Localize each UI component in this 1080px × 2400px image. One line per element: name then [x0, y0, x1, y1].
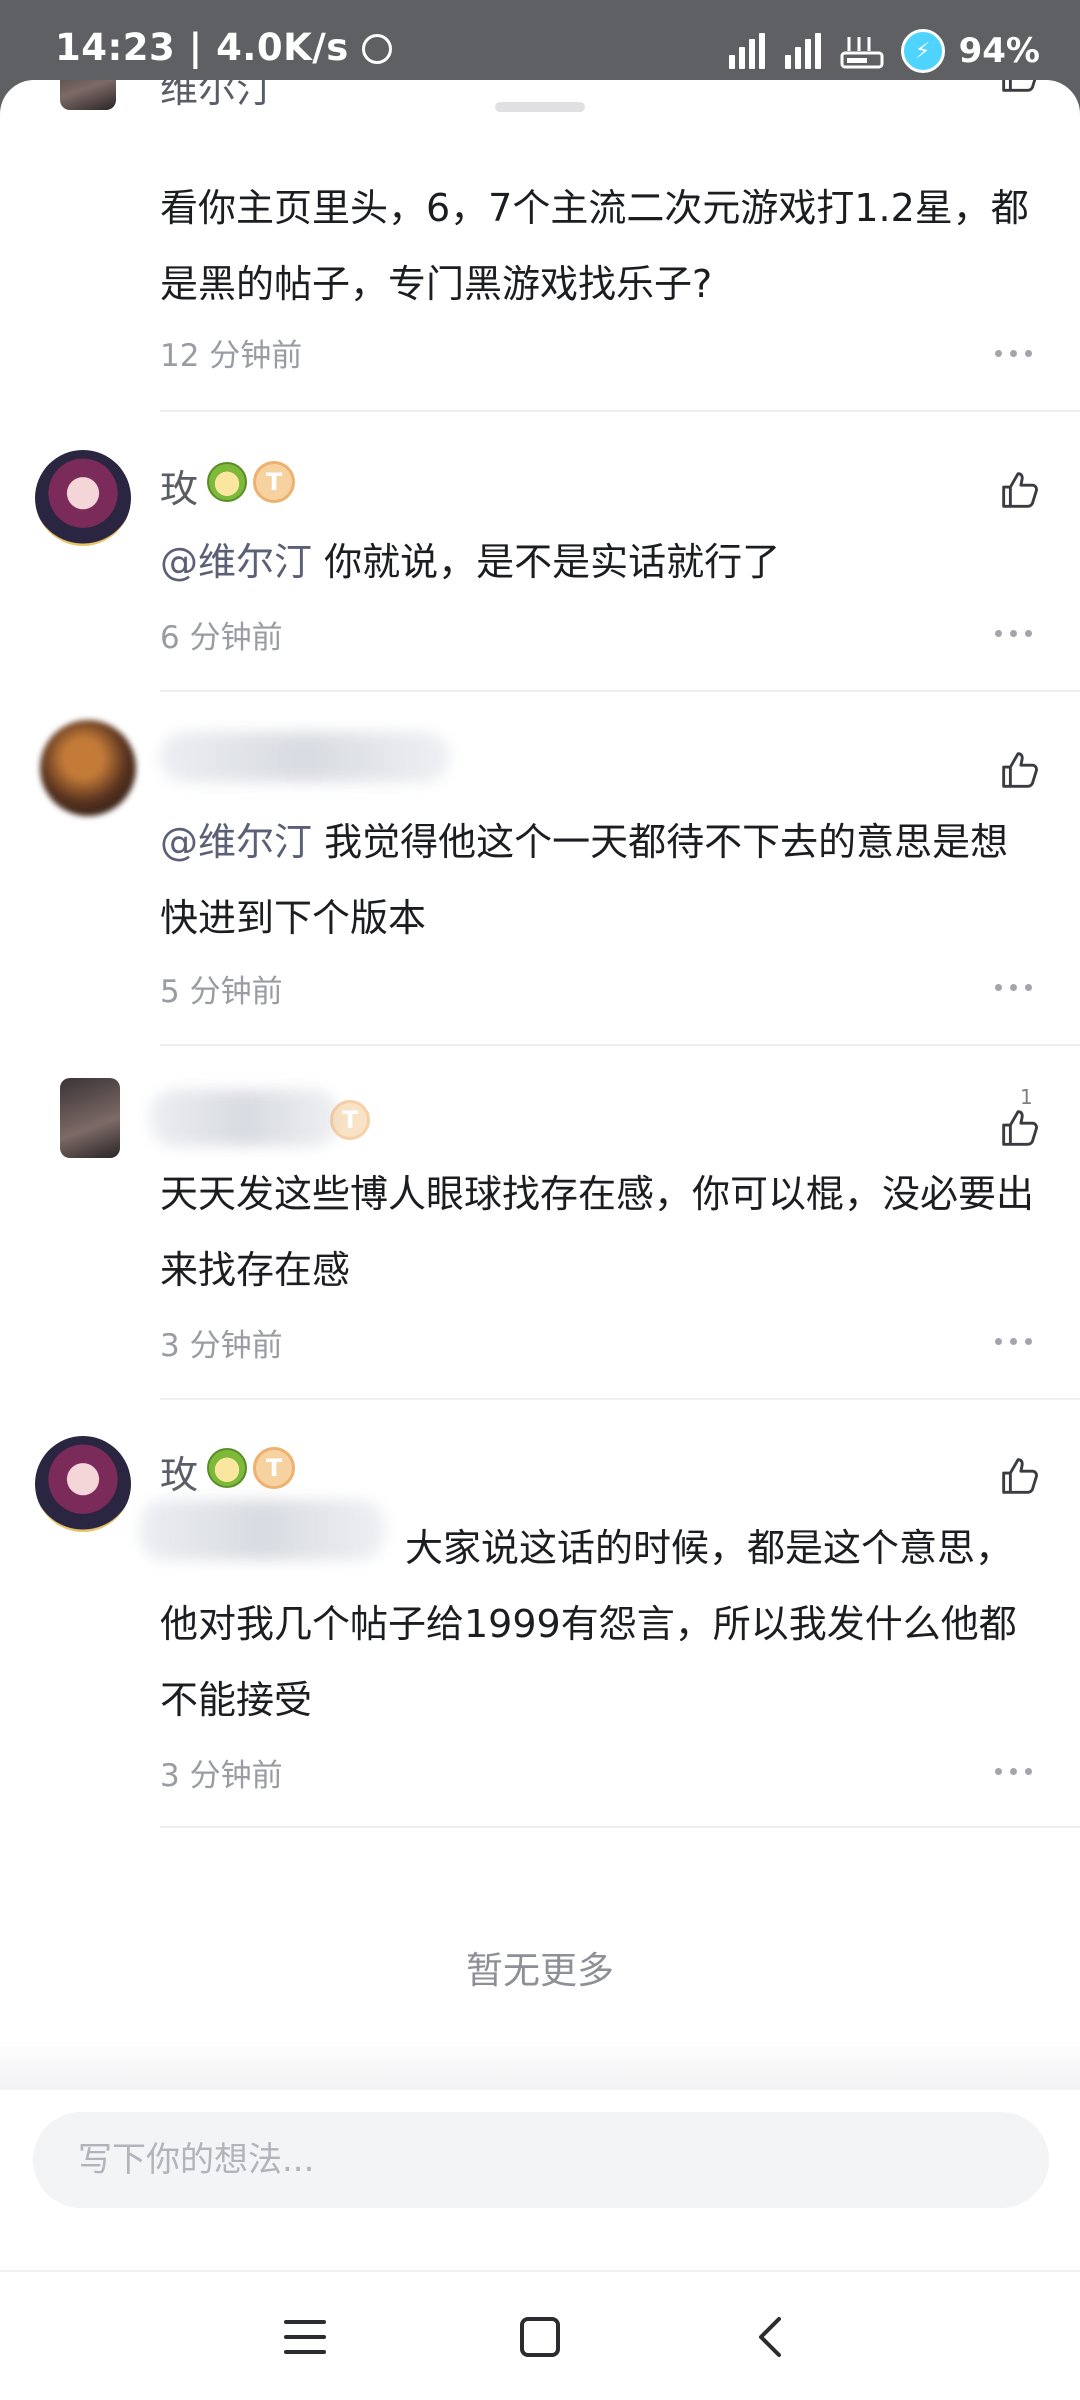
like-icon[interactable]	[996, 466, 1042, 512]
like-icon[interactable]	[996, 1452, 1042, 1498]
divider	[160, 1826, 1080, 1828]
comment-text: 看你主页里头，6，7个主流二次元游戏打1.2星，都是黑的帖子，专门黑游戏找乐子?	[160, 186, 1029, 306]
signal-icon-2	[783, 33, 825, 69]
like-icon[interactable]	[996, 1104, 1042, 1150]
avatar[interactable]	[60, 1078, 120, 1158]
comment-text: @维尔汀 你就说，是不是实话就行了	[160, 540, 781, 584]
comment-input[interactable]: 写下你的想法...	[33, 2112, 1049, 2208]
level-badge: T	[253, 1447, 295, 1489]
alarm-icon	[362, 34, 393, 64]
comment-author[interactable]: 玫	[160, 458, 198, 513]
comment-text: 天天发这些博人眼球找存在感，你可以棍，没必要出来找存在感	[160, 1172, 1035, 1292]
comment-input-bar: 写下你的想法...	[0, 2090, 1080, 2256]
avatar[interactable]	[35, 1436, 131, 1532]
back-icon[interactable]	[735, 2302, 805, 2372]
redacted-username	[150, 1090, 340, 1146]
comment-text: 大家说这话的时候，都是这个意思，他对我几个帖子给1999有怨言，所以我发什么他都…	[160, 1526, 1017, 1722]
comment-time: 6 分钟前	[160, 620, 283, 656]
divider	[160, 1398, 1080, 1400]
battery-percent: 94%	[958, 31, 1040, 71]
emoji-badge-icon	[207, 1448, 247, 1488]
fade-shadow	[0, 2040, 1080, 2090]
mention-link[interactable]: @维尔汀	[160, 820, 312, 864]
comment-text: @维尔汀 我觉得他这个一天都待不下去的意思是想快进到下个版本	[160, 820, 1009, 940]
status-time: 14:23 | 4.0K/s	[55, 26, 393, 69]
avatar[interactable]	[40, 720, 136, 816]
level-badge: T	[253, 461, 295, 503]
sheet-drag-handle[interactable]	[495, 102, 585, 112]
divider	[160, 1044, 1080, 1046]
comment-time: 3 分钟前	[160, 1328, 283, 1364]
more-options-icon[interactable]	[995, 1766, 1035, 1776]
more-options-icon[interactable]	[995, 348, 1035, 358]
avatar[interactable]	[60, 80, 116, 110]
comment-sheet: 维尔汀 看你主页里头，6，7个主流二次元游戏打1.2星，都是黑的帖子，专门黑游戏…	[0, 80, 1080, 2400]
menu-icon[interactable]	[270, 2302, 340, 2372]
comment-author[interactable]: 玫	[160, 1444, 198, 1499]
comment-time: 3 分钟前	[160, 1758, 283, 1794]
more-options-icon[interactable]	[995, 628, 1035, 638]
signal-icon	[727, 33, 769, 69]
avatar[interactable]	[35, 450, 131, 546]
more-options-icon[interactable]	[995, 1336, 1035, 1346]
comment-author[interactable]: 维尔汀	[160, 80, 274, 113]
like-icon[interactable]	[996, 746, 1042, 792]
level-badge: T	[330, 1100, 370, 1140]
like-count: 1	[1020, 1085, 1033, 1109]
battery-charging-icon: ⚡	[900, 29, 945, 73]
router-icon	[840, 37, 884, 69]
emoji-badge-icon	[207, 462, 247, 502]
comment-time: 5 分钟前	[160, 974, 283, 1010]
home-icon[interactable]	[505, 2302, 575, 2372]
navigation-bar	[0, 2270, 1080, 2400]
comment-time: 12 分钟前	[160, 338, 303, 374]
divider	[160, 690, 1080, 692]
divider	[160, 410, 1080, 412]
more-options-icon[interactable]	[995, 982, 1035, 992]
no-more-label: 暂无更多	[466, 1949, 614, 1992]
redacted-username	[160, 732, 450, 782]
mention-link[interactable]: @维尔汀	[160, 540, 312, 584]
like-icon[interactable]	[996, 80, 1042, 96]
